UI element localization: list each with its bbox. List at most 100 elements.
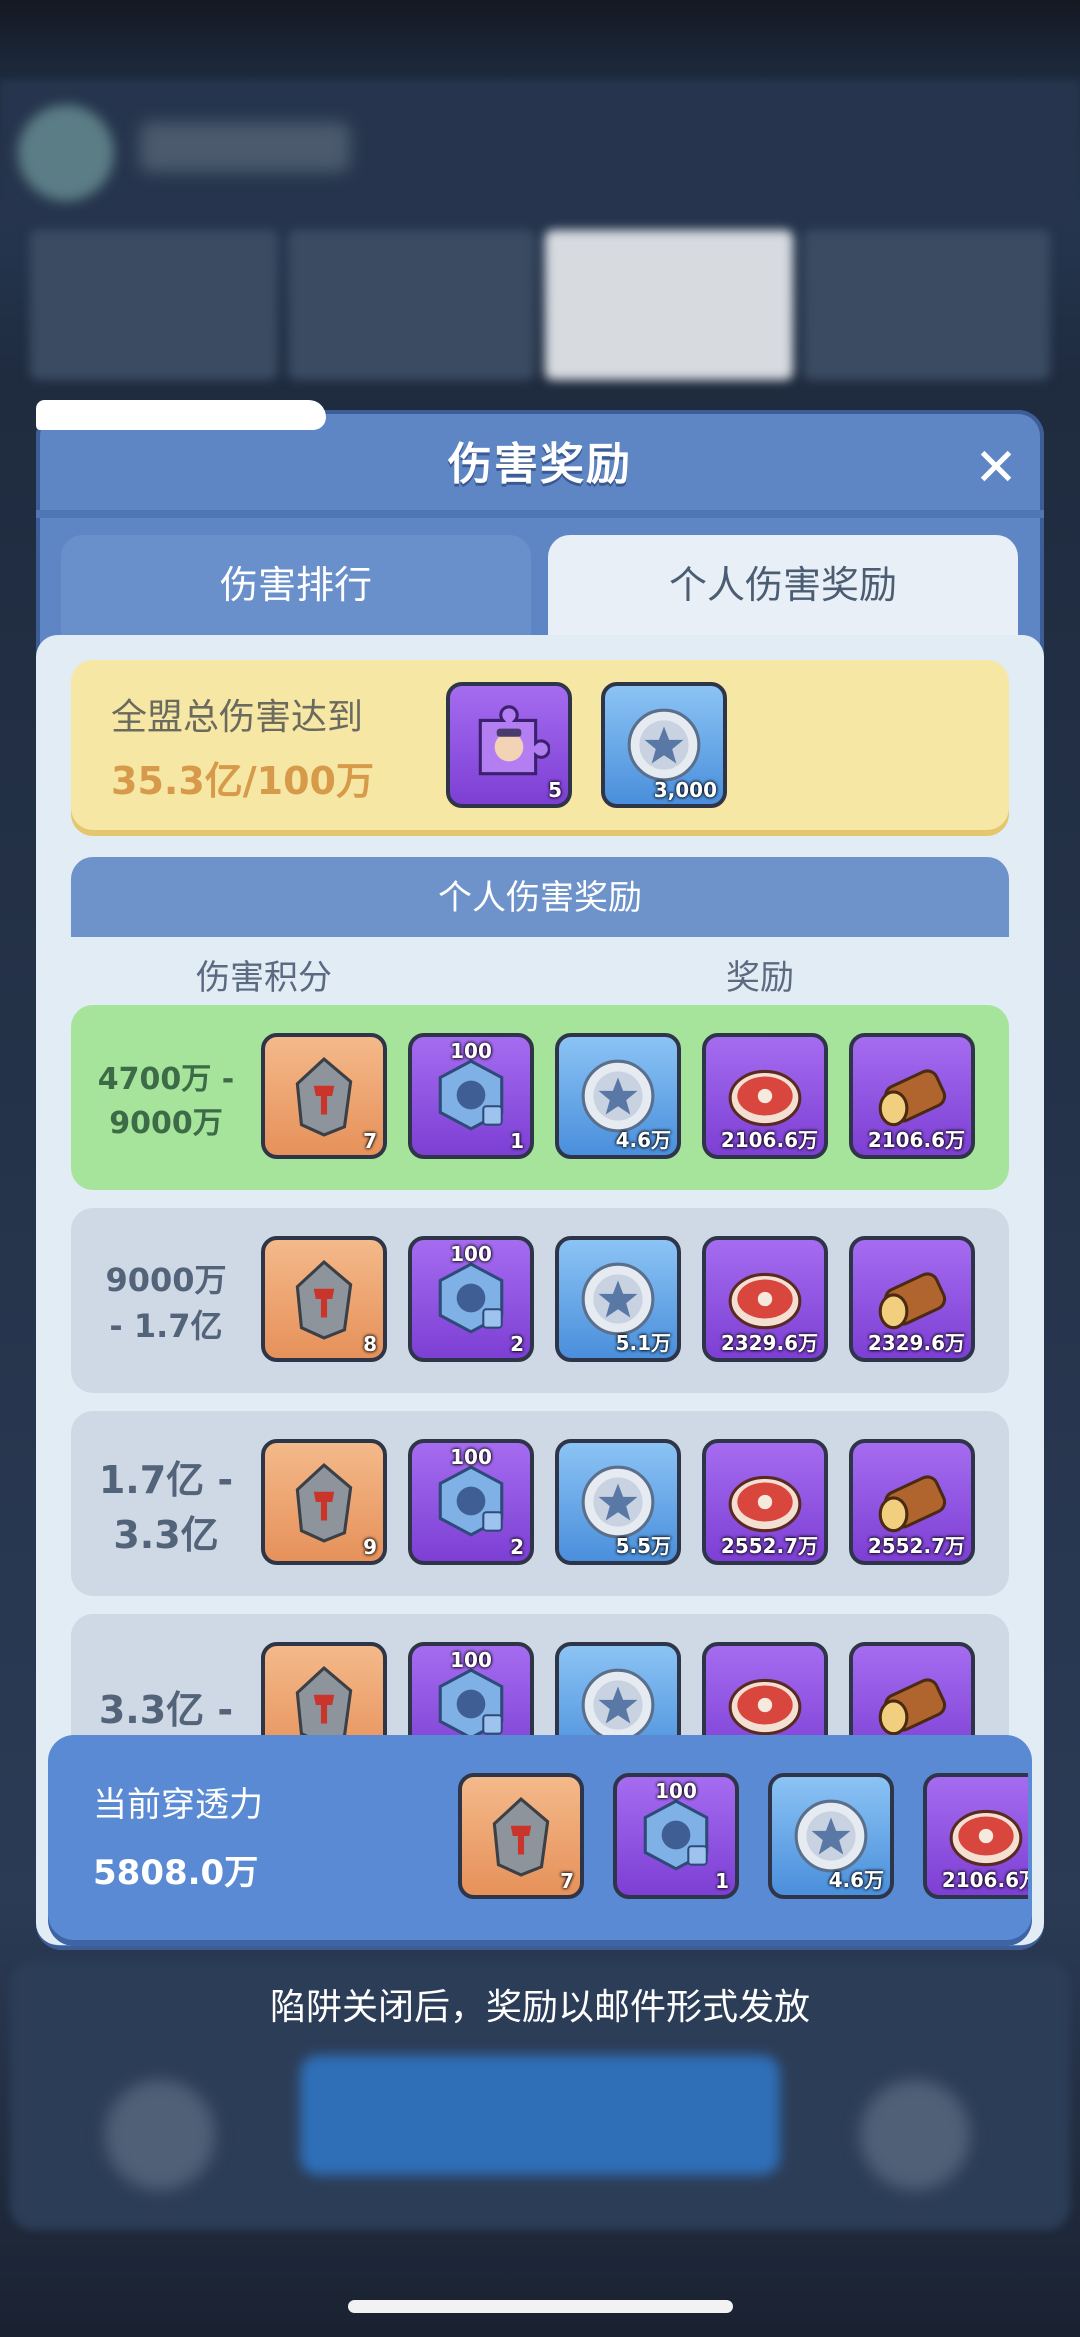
reward-item-stone-hammer[interactable]: 7 <box>261 1033 387 1159</box>
item-quantity: 2552.7万 <box>720 1534 818 1558</box>
hex-nut-icon <box>430 1664 512 1735</box>
alliance-reward-items: 5 3,000 <box>446 682 766 812</box>
reward-tier-row: 9000万 - 1.7亿 8 100 2 5.1万 2329.6万 2329.6万 <box>71 1208 1009 1393</box>
item-quantity: 5 <box>548 778 562 802</box>
item-quantity: 8 <box>363 1332 377 1356</box>
tier-damage-range: 9000万 - 1.7亿 <box>71 1208 261 1393</box>
background-round-button <box>105 2080 215 2190</box>
tier-damage-range: 3.3亿 - <box>71 1614 261 1735</box>
tab-damage-ranking[interactable]: 伤害排行 <box>61 535 531 645</box>
item-quantity: 3,000 <box>653 778 717 802</box>
tier-range-line: 1.7亿 - <box>98 1457 234 1502</box>
silver-coin-icon <box>623 704 705 786</box>
reward-item-hero-puzzle[interactable]: 5 <box>446 682 572 808</box>
tier-reward-items: 8 100 2 5.1万 2329.6万 2329.6万 <box>261 1236 1006 1366</box>
reward-item-hex-nut[interactable]: 100 2 <box>408 1236 534 1362</box>
reward-item-hex-nut[interactable]: 100 1 <box>613 1773 739 1899</box>
tier-reward-items: 7 100 1 4.6万 2106.6万 2106.6万 <box>261 1033 1006 1163</box>
reward-item-hex-nut[interactable]: 100 <box>408 1642 534 1735</box>
reward-tier-row: 1.7亿 - 3.3亿 9 100 2 5.5万 2552.7万 2552.7万 <box>71 1411 1009 1596</box>
item-quantity: 2 <box>510 1535 524 1559</box>
item-quantity: 2 <box>510 1332 524 1356</box>
tier-range-line: - 1.7亿 <box>109 1306 223 1345</box>
item-quantity: 9 <box>363 1535 377 1559</box>
background-title <box>140 122 350 172</box>
reward-item-wood-log[interactable] <box>849 1642 975 1735</box>
tab-personal-damage-reward[interactable]: 个人伤害奖励 <box>548 535 1018 645</box>
item-quantity: 2106.6万 <box>941 1868 1028 1892</box>
snow-decoration <box>36 400 326 430</box>
home-indicator[interactable] <box>348 2300 733 2313</box>
reward-item-silver-coin[interactable]: 3,000 <box>601 682 727 808</box>
background-round-button <box>860 2080 970 2190</box>
current-reward-items: 7 100 1 4.6万 2106.6万 <box>458 1773 1028 1908</box>
reward-tier-row: 3.3亿 - 100 <box>71 1614 1009 1735</box>
item-quantity: 5.5万 <box>615 1534 671 1558</box>
tier-reward-items: 9 100 2 5.5万 2552.7万 2552.7万 <box>261 1439 1006 1569</box>
item-quantity: 7 <box>560 1869 574 1893</box>
reward-item-stone-hammer[interactable]: 9 <box>261 1439 387 1565</box>
reward-item-silver-coin[interactable]: 4.6万 <box>768 1773 894 1899</box>
reward-item-meat[interactable] <box>702 1642 828 1735</box>
stone-hammer-icon <box>480 1795 562 1877</box>
stone-hammer-icon <box>283 1055 365 1137</box>
tier-range-line: 3.3亿 - <box>98 1688 234 1732</box>
current-penetration-label: 当前穿透力 <box>93 1785 263 1825</box>
reward-item-stone-hammer[interactable] <box>261 1642 387 1735</box>
reward-item-meat[interactable]: 2329.6万 <box>702 1236 828 1362</box>
stone-hammer-icon <box>283 1461 365 1543</box>
hex-nut-icon <box>430 1258 512 1340</box>
reward-item-stone-hammer[interactable]: 8 <box>261 1236 387 1362</box>
reward-item-silver-coin[interactable] <box>555 1642 681 1735</box>
stone-hammer-icon <box>283 1258 365 1340</box>
item-level-badge: 100 <box>450 1445 492 1469</box>
alliance-reward-card: 全盟总伤害达到 35.3亿/100万 5 3,000 <box>71 660 1009 830</box>
background-avatar <box>18 105 114 201</box>
hex-nut-icon <box>430 1461 512 1543</box>
reward-item-hex-nut[interactable]: 100 2 <box>408 1439 534 1565</box>
close-icon[interactable]: ✕ <box>966 440 1026 500</box>
tier-range-line: 3.3亿 <box>113 1512 219 1557</box>
reward-item-meat[interactable]: 2552.7万 <box>702 1439 828 1565</box>
alliance-damage-value: 35.3亿/100万 <box>111 759 374 803</box>
reward-tier-row: 4700万 - 9000万 7 100 1 4.6万 2106.6万 2106.6万 <box>71 1005 1009 1190</box>
column-header-reward: 奖励 <box>726 958 794 998</box>
item-quantity: 2329.6万 <box>720 1331 818 1355</box>
reward-item-meat[interactable]: 2106.6万 <box>702 1033 828 1159</box>
item-level-badge: 100 <box>450 1242 492 1266</box>
reward-tier-list[interactable]: 4700万 - 9000万 7 100 1 4.6万 2106.6万 2106.6万 9000万… <box>71 1005 1009 1735</box>
hex-nut-icon <box>635 1795 717 1877</box>
item-quantity: 1 <box>510 1129 524 1153</box>
item-level-badge: 100 <box>655 1779 697 1803</box>
reward-item-stone-hammer[interactable]: 7 <box>458 1773 584 1899</box>
tier-range-line: 4700万 - <box>97 1061 235 1097</box>
stone-hammer-icon <box>283 1664 365 1735</box>
reward-item-wood-log[interactable]: 2106.6万 <box>849 1033 975 1159</box>
item-quantity: 4.6万 <box>615 1128 671 1152</box>
column-header-score: 伤害积分 <box>196 958 332 998</box>
item-quantity: 1 <box>715 1869 729 1893</box>
reward-item-hex-nut[interactable]: 100 1 <box>408 1033 534 1159</box>
tier-reward-items: 100 <box>261 1642 1006 1735</box>
item-quantity: 4.6万 <box>828 1868 884 1892</box>
reward-item-silver-coin[interactable]: 4.6万 <box>555 1033 681 1159</box>
item-quantity: 2552.7万 <box>867 1534 965 1558</box>
tier-damage-range: 1.7亿 - 3.3亿 <box>71 1411 261 1596</box>
reward-item-silver-coin[interactable]: 5.1万 <box>555 1236 681 1362</box>
reward-item-wood-log[interactable]: 2552.7万 <box>849 1439 975 1565</box>
meat-icon <box>724 1664 806 1735</box>
background-action-button <box>300 2055 780 2175</box>
item-quantity: 2106.6万 <box>867 1128 965 1152</box>
item-quantity: 2329.6万 <box>867 1331 965 1355</box>
reward-item-wood-log[interactable]: 2329.6万 <box>849 1236 975 1362</box>
item-level-badge: 100 <box>450 1648 492 1672</box>
item-quantity: 7 <box>363 1129 377 1153</box>
item-quantity: 5.1万 <box>615 1331 671 1355</box>
hero-puzzle-icon <box>468 704 551 786</box>
wood-log-icon <box>871 1664 953 1735</box>
title-divider <box>36 510 1044 518</box>
reward-item-silver-coin[interactable]: 5.5万 <box>555 1439 681 1565</box>
reward-item-meat[interactable]: 2106.6万 <box>923 1773 1028 1899</box>
item-level-badge: 100 <box>450 1039 492 1063</box>
damage-reward-dialog: 伤害奖励 ✕ 伤害排行 个人伤害奖励 全盟总伤害达到 35.3亿/100万 5 3… <box>36 410 1044 1950</box>
